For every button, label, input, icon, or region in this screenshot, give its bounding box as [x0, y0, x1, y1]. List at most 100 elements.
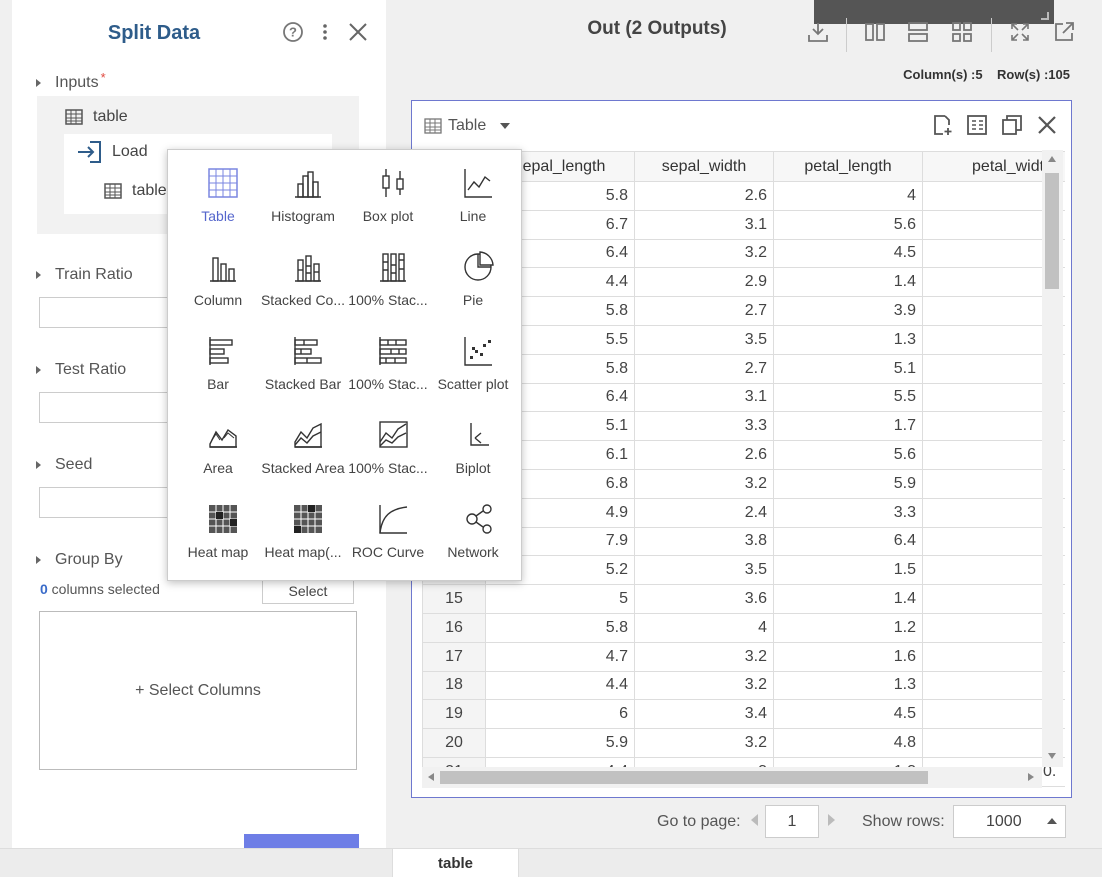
tree-item-load[interactable]: Load: [76, 138, 148, 166]
column-header-sepal-width[interactable]: sepal_width: [634, 151, 774, 182]
cell-sepal-width: 3.3: [634, 411, 774, 442]
chart-type-option-roc-curve[interactable]: ROC Curve: [345, 492, 431, 568]
table-row[interactable]: 174.73.21.60.: [422, 641, 1065, 672]
seed-label: Seed: [55, 456, 93, 473]
group-by-section-header[interactable]: Group By: [36, 549, 123, 571]
view-type-selector[interactable]: Table: [424, 115, 511, 137]
vertical-scrollbar[interactable]: [1042, 150, 1063, 767]
chart-type-option-stacked-bar[interactable]: Stacked Bar: [260, 324, 346, 400]
scroll-down-arrow-icon[interactable]: [1048, 753, 1056, 759]
cell-sepal-width: 4: [634, 612, 774, 643]
cell-sepal-width: 2.7: [634, 353, 774, 384]
scroll-right-arrow-icon[interactable]: [1028, 773, 1034, 781]
chart-type-option-stacked-area[interactable]: Stacked Area: [260, 408, 346, 484]
select-columns-area[interactable]: + Select Columns: [39, 611, 357, 770]
split-vertical-icon[interactable]: [863, 20, 887, 44]
cell-petal-length: 5.6: [773, 440, 923, 470]
scatter-plot-icon: [464, 337, 492, 366]
chart-type-option-biplot[interactable]: Biplot: [430, 408, 516, 484]
select-columns-button[interactable]: Select: [262, 578, 354, 604]
chart-type-option-line-chart[interactable]: Line: [430, 156, 516, 232]
split-horizontal-icon[interactable]: [906, 20, 930, 44]
stacked-column-icon: [295, 255, 321, 282]
cell-petal-length: 1.6: [773, 641, 923, 672]
column-header-petal-length[interactable]: petal_length: [773, 151, 923, 182]
cell-sepal-width: 3.2: [634, 641, 774, 672]
horizontal-scrollbar[interactable]: [422, 767, 1042, 788]
cell-petal-length: 1.5: [773, 555, 923, 586]
vertical-scroll-thumb[interactable]: [1045, 173, 1059, 289]
cell-sepal-length: 5.8: [485, 612, 635, 643]
columns-selected-text: 0 columns selected: [40, 581, 160, 597]
train-ratio-section-header[interactable]: Train Ratio: [36, 264, 133, 286]
prev-page-icon[interactable]: [751, 814, 758, 826]
chart-type-option-column-chart[interactable]: Column: [175, 240, 261, 316]
chart-type-option-bar-chart[interactable]: Bar: [175, 324, 261, 400]
grid-layout-icon[interactable]: [950, 20, 974, 44]
new-document-icon[interactable]: [930, 113, 954, 137]
chart-type-label: 100% Stac...: [348, 460, 428, 476]
seed-section-header[interactable]: Seed: [36, 454, 92, 476]
chart-type-option-stacked-area-100[interactable]: 100% Stac...: [345, 408, 431, 484]
chart-type-option-area-chart[interactable]: Area: [175, 408, 261, 484]
roc-curve-icon: [379, 505, 408, 534]
chart-type-label: Line: [459, 208, 487, 224]
download-icon[interactable]: [806, 20, 830, 44]
chart-type-option-stacked-column[interactable]: Stacked Co...: [260, 240, 346, 316]
cell-index: 16: [422, 612, 486, 643]
required-marker: *: [100, 69, 106, 85]
table-icon: [424, 118, 442, 134]
chart-type-option-network[interactable]: Network: [430, 492, 516, 568]
test-ratio-section-header[interactable]: Test Ratio: [36, 359, 126, 381]
cell-petal-length: 4.5: [773, 699, 923, 730]
help-icon[interactable]: ?: [281, 20, 305, 44]
chart-type-option-histogram[interactable]: Histogram: [260, 156, 346, 232]
row-count: Row(s) :105: [997, 67, 1070, 82]
cell-petal-length: 5.9: [773, 468, 923, 499]
chart-type-label: Area: [203, 460, 233, 476]
column-settings-icon[interactable]: [965, 113, 989, 137]
cell-sepal-width: 2.9: [634, 267, 774, 298]
chart-type-option-pie-chart[interactable]: Pie: [430, 240, 516, 316]
cell-sepal-width: 2.6: [634, 440, 774, 470]
chart-type-label: Stacked Co...: [260, 292, 346, 308]
table-row[interactable]: 1553.61.40.: [422, 584, 1065, 614]
resize-grip-icon[interactable]: [1041, 12, 1049, 20]
more-options-icon[interactable]: [313, 20, 337, 44]
heat-map-2-icon: [294, 505, 322, 533]
tree-item-label: Load: [112, 143, 148, 160]
table-row[interactable]: 165.841.20.: [422, 612, 1065, 643]
tree-item-table[interactable]: table: [65, 106, 128, 128]
expand-icon[interactable]: [1008, 20, 1032, 44]
chart-type-option-scatter-plot[interactable]: Scatter plot: [430, 324, 516, 400]
table-row[interactable]: 205.93.24.81.: [422, 728, 1065, 758]
inputs-section-header[interactable]: Inputs *: [36, 69, 106, 94]
chart-type-option-box-plot[interactable]: Box plot: [345, 156, 431, 232]
table-row[interactable]: 184.43.21.30.: [422, 670, 1065, 701]
chart-type-option-stacked-column-100[interactable]: 100% Stac...: [345, 240, 431, 316]
chart-type-option-table-grid[interactable]: Table: [175, 156, 261, 232]
expand-caret-icon: [36, 271, 41, 279]
chart-type-label: Bar: [207, 376, 229, 392]
chart-type-option-heat-map[interactable]: Heat map: [175, 492, 261, 568]
chevron-up-icon: [1047, 818, 1057, 824]
next-page-icon[interactable]: [828, 814, 835, 826]
close-icon[interactable]: [346, 20, 370, 44]
close-icon[interactable]: [1035, 113, 1059, 137]
output-tab-table[interactable]: table: [392, 848, 519, 877]
tree-item-sub-table[interactable]: table: [104, 180, 167, 202]
scroll-up-arrow-icon[interactable]: [1048, 156, 1056, 162]
page-number-input[interactable]: 1: [765, 805, 819, 838]
show-rows-select[interactable]: 1000: [953, 805, 1066, 838]
table-row[interactable]: 1963.44.51.: [422, 699, 1065, 730]
chart-type-option-heat-map-2[interactable]: Heat map(...: [260, 492, 346, 568]
cell-sepal-width: 2.7: [634, 296, 774, 326]
scroll-left-arrow-icon[interactable]: [428, 773, 434, 781]
chart-type-option-stacked-bar-100[interactable]: 100% Stac...: [345, 324, 431, 400]
stacked-column-100-icon: [380, 253, 406, 282]
cell-petal-length: 1.7: [773, 411, 923, 442]
horizontal-scroll-thumb[interactable]: [440, 771, 928, 784]
copy-window-icon[interactable]: [1000, 113, 1024, 137]
biplot-icon: [470, 423, 489, 446]
open-external-icon[interactable]: [1052, 20, 1076, 44]
